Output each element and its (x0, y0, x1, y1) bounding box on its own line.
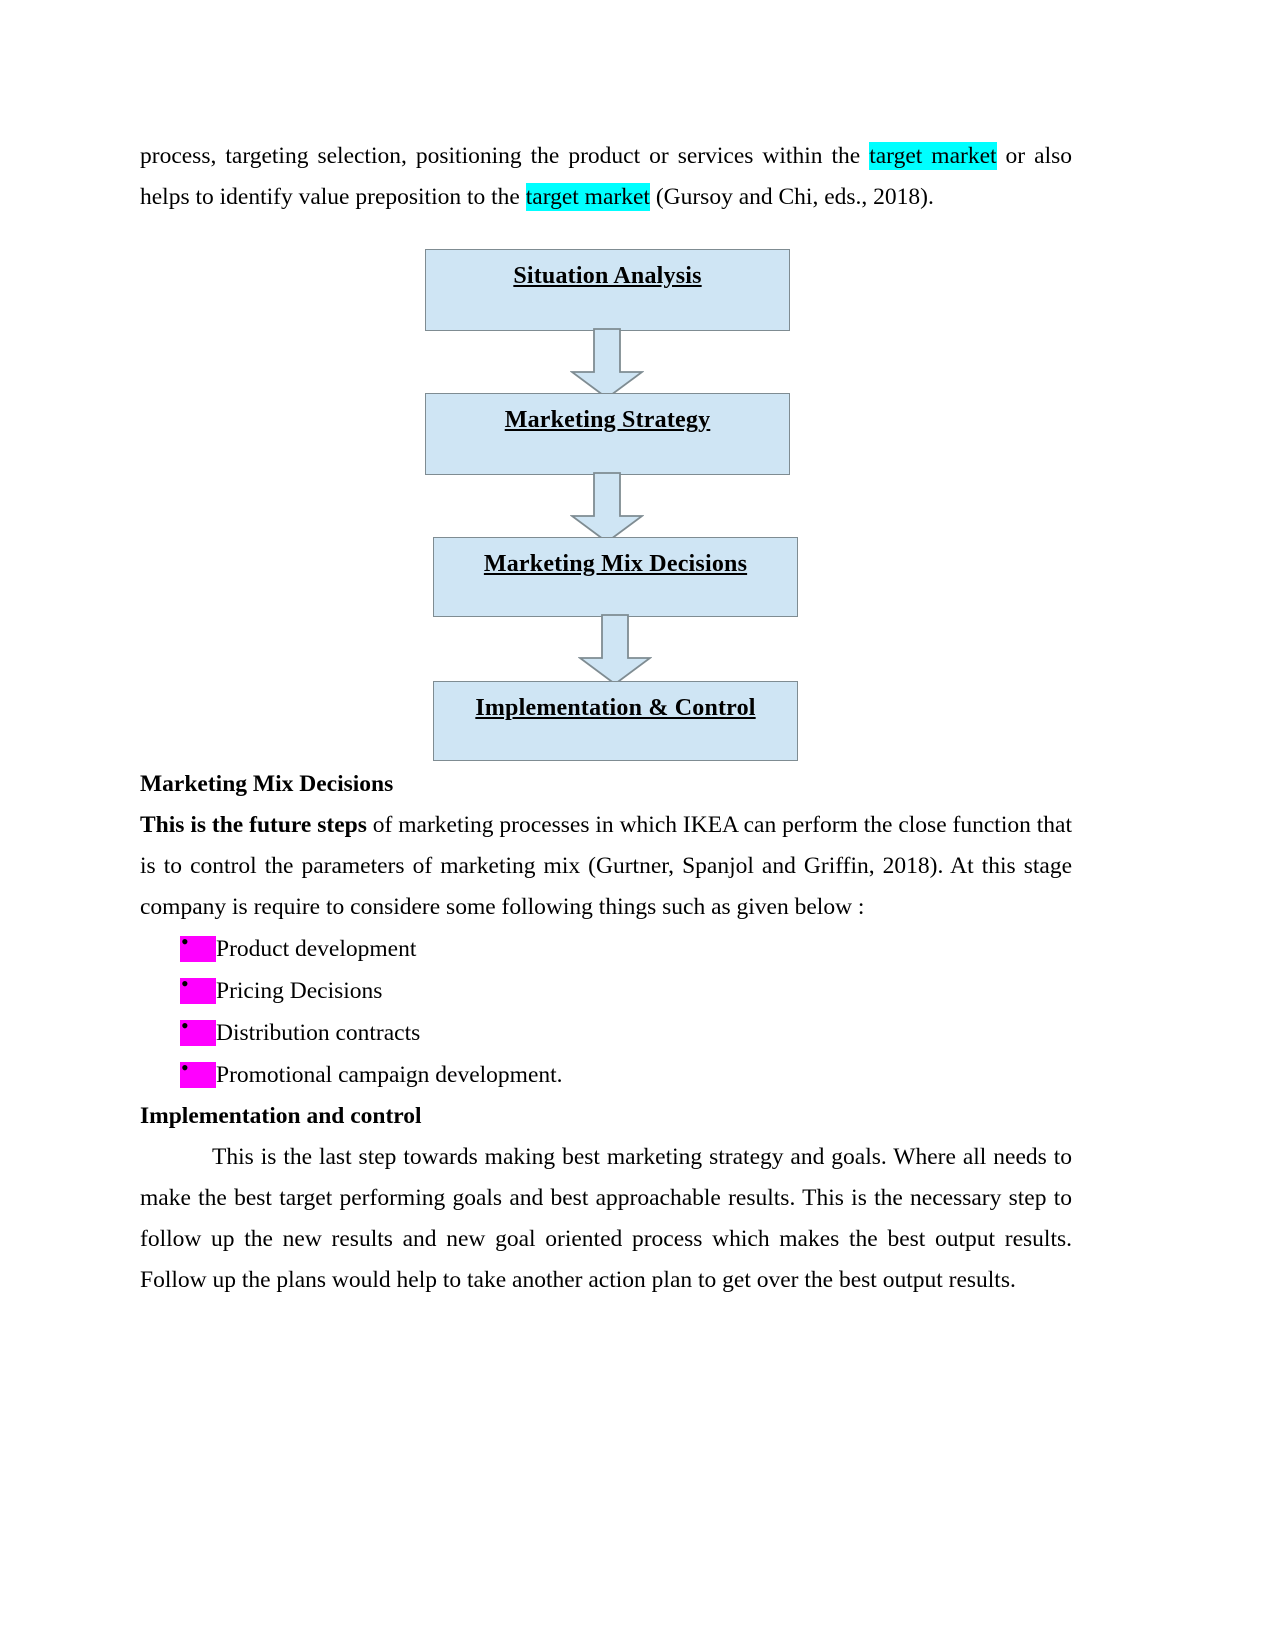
bullet-point-icon (180, 929, 216, 962)
flowchart-box-label: Marketing Mix Decisions (483, 551, 748, 577)
heading-marketing-mix-decisions: Marketing Mix Decisions (140, 771, 394, 797)
flowchart-box-situation-analysis: Situation Analysis (425, 249, 790, 331)
list-item: Promotional campaign development. (140, 1054, 1072, 1096)
flowchart-box-label: Situation Analysis (513, 263, 702, 289)
list-item-label: Distribution contracts (216, 1020, 421, 1046)
intro-text-part1: process, targeting selection, positionin… (140, 143, 870, 169)
bullet-point-icon (180, 971, 216, 1004)
list-item: Pricing Decisions (140, 970, 1072, 1012)
highlight-target-market-2: target market (525, 183, 650, 211)
down-arrow-icon (570, 472, 644, 544)
flowchart-box-marketing-strategy: Marketing Strategy (425, 393, 790, 475)
down-arrow-icon (570, 328, 644, 400)
list-item-label: Product development (216, 936, 417, 962)
bullet-point-icon (180, 1055, 216, 1088)
page-content: process, targeting selection, positionin… (140, 136, 1072, 1301)
flowchart-box-marketing-mix-decisions: Marketing Mix Decisions (433, 537, 798, 617)
implementation-body-paragraph: This is the last step towards making bes… (140, 1144, 1072, 1293)
marketing-mix-body-paragraph: This is the future steps of marketing pr… (140, 805, 1072, 928)
highlight-target-market-1: target market (869, 142, 997, 170)
heading-implementation-and-control: Implementation and control (140, 1103, 422, 1129)
flowchart-box-implementation-control: Implementation & Control (433, 681, 798, 761)
flowchart-box-label: Implementation & Control (475, 695, 756, 721)
intro-text-part3: (Gursoy and Chi, eds., 2018). (649, 184, 934, 210)
marketing-mix-bullet-list: Product development Pricing Decisions Di… (140, 928, 1072, 1096)
list-item-label: Promotional campaign development. (216, 1062, 563, 1088)
flowchart-box-label: Marketing Strategy (504, 407, 711, 433)
list-item: Product development (140, 928, 1072, 970)
body-bold-lead: This is the future steps (140, 812, 367, 838)
bullet-point-icon (180, 1013, 216, 1046)
marketing-process-flowchart: Situation Analysis Marketing Strategy Ma… (140, 244, 1072, 764)
intro-paragraph: process, targeting selection, positionin… (140, 136, 1072, 218)
list-item-label: Pricing Decisions (216, 978, 383, 1004)
down-arrow-icon (578, 614, 652, 686)
list-item: Distribution contracts (140, 1012, 1072, 1054)
document-page: process, targeting selection, positionin… (0, 0, 1275, 1650)
